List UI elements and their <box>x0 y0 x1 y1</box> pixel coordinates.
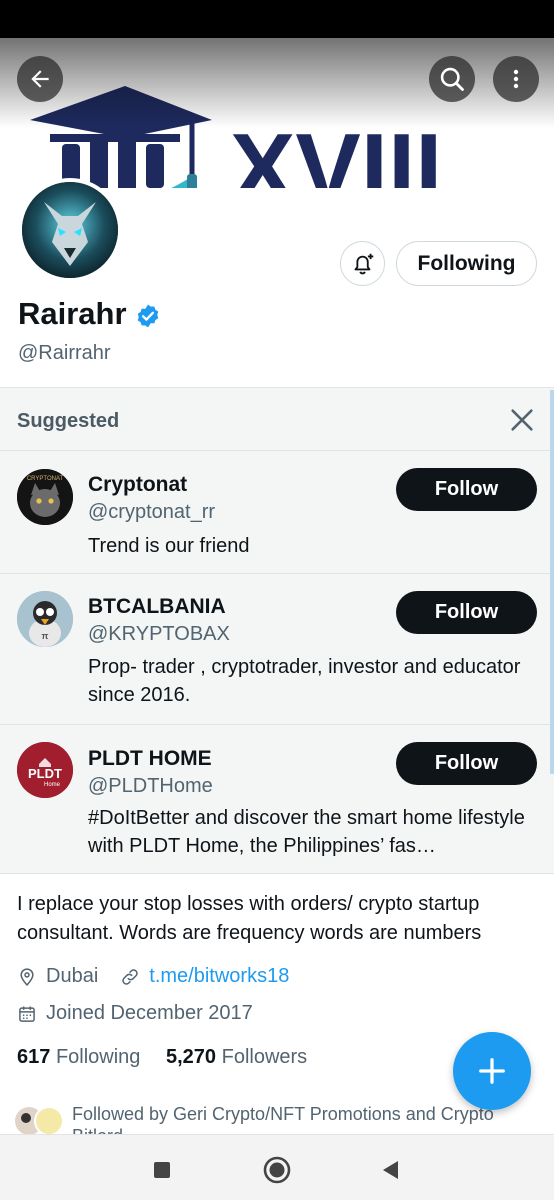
following-count: 617 <box>17 1046 51 1068</box>
profile-meta-location-website: Dubai t.me/bitworks18 <box>17 965 289 988</box>
nav-back-button[interactable] <box>375 1155 405 1185</box>
suggested-item[interactable]: PLDT Home PLDT HOME @PLDTHome #DoItBette… <box>0 724 550 875</box>
followers-count-link[interactable]: 5,270 Followers <box>166 1046 307 1068</box>
followers-count-label: Followers <box>221 1046 308 1068</box>
link-icon <box>120 967 140 987</box>
profile-banner: XVIII <box>0 38 554 188</box>
suggested-handle: @PLDTHome <box>88 775 213 797</box>
pldt-avatar: PLDT Home <box>17 742 73 798</box>
profile-joined-date: Joined December 2017 <box>46 1002 253 1024</box>
bell-plus-icon <box>353 253 373 274</box>
close-icon[interactable] <box>508 406 536 434</box>
plus-icon <box>479 1058 505 1084</box>
circle-home-icon <box>263 1156 291 1184</box>
profile-location: Dubai <box>46 965 99 987</box>
suggested-panel: Suggested CRYPTONAT Cryptonat @cryptonat… <box>0 387 554 874</box>
follow-button[interactable]: Follow <box>396 742 537 785</box>
more-vertical-icon <box>513 69 519 89</box>
compose-fab-button[interactable] <box>453 1032 531 1110</box>
back-button[interactable] <box>17 56 63 102</box>
following-count-label: Following <box>55 1046 141 1068</box>
profile-avatar[interactable] <box>18 178 122 282</box>
wolf-avatar-image <box>22 182 118 278</box>
system-nav-bar <box>0 1134 554 1200</box>
suggested-item[interactable]: π BTCALBANIA @KRYPTOBAX Prop- trader , c… <box>0 573 550 724</box>
profile-display-name: Rairahr <box>18 296 127 331</box>
profile-handle: @Rairrahr <box>18 342 111 364</box>
suggested-title: Suggested <box>17 410 120 432</box>
search-button[interactable] <box>429 56 475 102</box>
btcalbania-avatar: π <box>17 591 73 647</box>
suggested-handle: @cryptonat_rr <box>88 501 216 523</box>
search-icon <box>440 67 464 91</box>
follow-button[interactable]: Follow <box>396 591 537 634</box>
followed-by-text: Followed by Geri Crypto/NFT Promotions a… <box>72 1104 494 1136</box>
suggested-bio: Prop- trader , cryptotrader, investor an… <box>88 656 521 706</box>
following-count-link[interactable]: 617 Following <box>17 1046 140 1068</box>
following-button[interactable]: Following <box>396 241 537 286</box>
triangle-back-icon <box>383 1161 398 1179</box>
suggested-bio: #DoItBetter and discover the smart home … <box>88 807 525 857</box>
followed-by-avatars <box>14 1106 66 1136</box>
profile-meta-joined: Joined December 2017 <box>17 1002 253 1025</box>
suggested-item[interactable]: CRYPTONAT Cryptonat @cryptonat_rr Trend … <box>0 450 550 573</box>
cryptonat-avatar: CRYPTONAT <box>17 469 73 525</box>
nav-home-button[interactable] <box>262 1155 292 1185</box>
verified-badge-icon[interactable] <box>135 303 161 329</box>
suggested-bio: Trend is our friend <box>88 535 250 557</box>
more-options-button[interactable] <box>493 56 539 102</box>
followers-count: 5,270 <box>165 1046 217 1068</box>
scrollbar[interactable] <box>550 390 554 774</box>
suggested-handle: @KRYPTOBAX <box>88 623 230 645</box>
square-recents-icon <box>154 1162 170 1178</box>
notifications-toggle-button[interactable] <box>340 241 385 286</box>
status-bar <box>0 0 554 38</box>
suggested-name[interactable]: PLDT HOME <box>88 747 212 771</box>
arrow-left-icon <box>31 70 49 88</box>
svg-text:CRYPTONAT: CRYPTONAT <box>27 476 64 482</box>
profile-website-link[interactable]: t.me/bitworks18 <box>149 965 289 988</box>
calendar-icon <box>17 1004 37 1024</box>
profile-bio: I replace your stop losses with orders/ … <box>17 893 482 944</box>
nav-recents-button[interactable] <box>147 1155 177 1185</box>
svg-text:PLDT: PLDT <box>28 766 62 781</box>
svg-text:Home: Home <box>44 782 61 788</box>
suggested-name[interactable]: Cryptonat <box>88 473 187 497</box>
follow-button[interactable]: Follow <box>396 468 537 511</box>
svg-text:π: π <box>42 631 49 641</box>
profile-counts: 617 Following 5,270 Followers <box>17 1046 307 1069</box>
suggested-name[interactable]: BTCALBANIA <box>88 595 226 619</box>
location-pin-icon <box>17 966 37 988</box>
